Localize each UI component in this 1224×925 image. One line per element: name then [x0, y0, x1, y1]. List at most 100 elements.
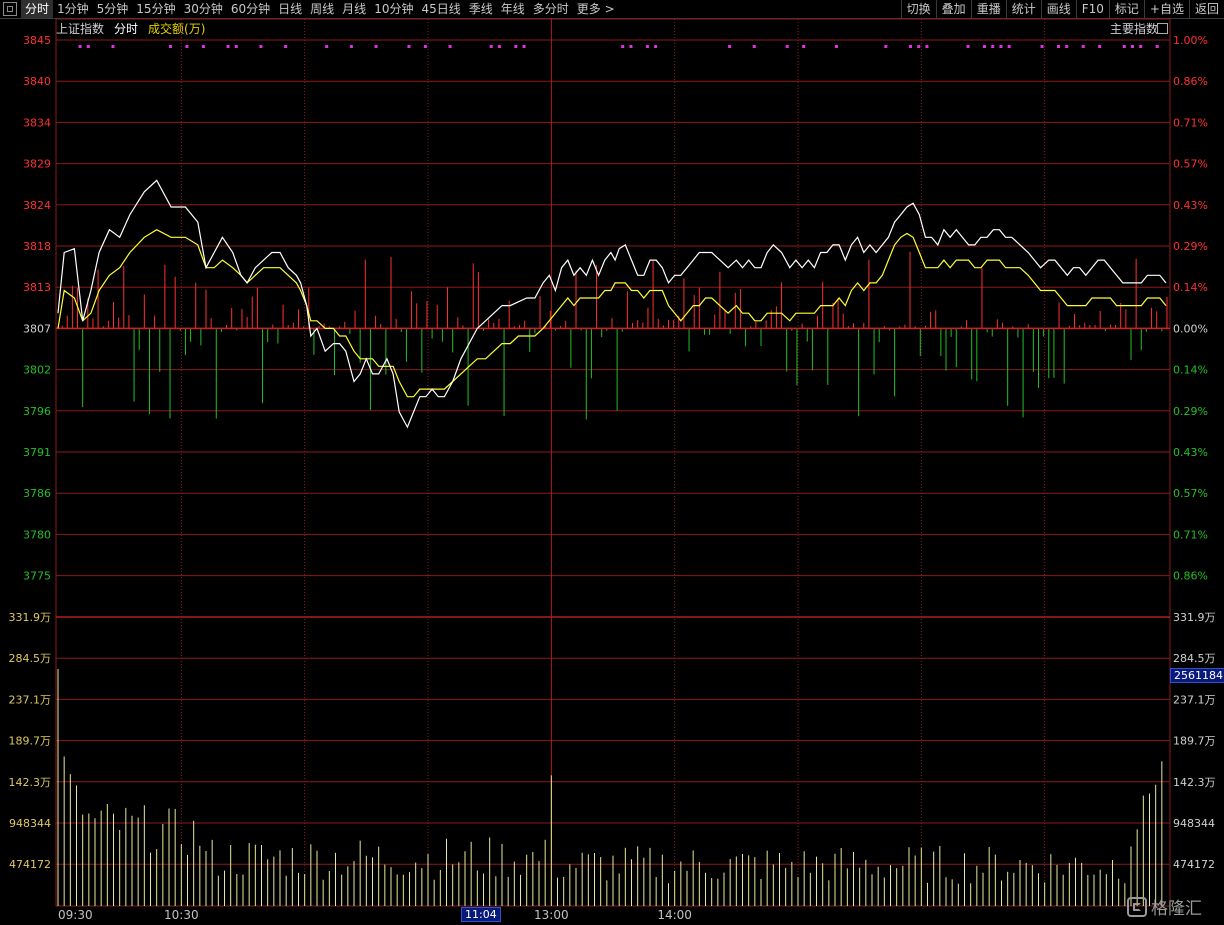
price-tick-label: 3775 [23, 570, 51, 583]
signal-dot [407, 45, 411, 48]
signal-dot [169, 45, 172, 48]
pct-tick-label: 0.57% [1173, 487, 1208, 500]
signal-dot [349, 45, 353, 48]
pct-tick-label: 0.14% [1173, 364, 1208, 377]
pct-tick-label: 1.00% [1173, 34, 1208, 47]
volume-tick-label-right: 284.5万 [1173, 652, 1216, 665]
volume-tick-label: 142.3万 [9, 776, 52, 789]
time-axis-label: 14:00 [657, 908, 692, 922]
signal-dot [925, 45, 929, 48]
signal-dot [991, 45, 995, 48]
price-tick-label: 3824 [23, 199, 51, 212]
signal-dot [1139, 45, 1143, 48]
price-tick-label: 3791 [23, 446, 51, 459]
volume-tick-label-right: 189.7万 [1173, 735, 1216, 748]
signal-dot [1040, 45, 1044, 48]
volume-tick-label: 948344 [9, 817, 51, 830]
volume-tick-label-right: 948344 [1173, 817, 1215, 830]
volume-readout-badge: 2561184 [1170, 668, 1224, 683]
signal-dot [1122, 45, 1126, 48]
cursor-time-badge: 11:04 [461, 907, 501, 922]
pct-tick-label: 0.43% [1173, 199, 1208, 212]
time-axis-label: 13:00 [534, 908, 569, 922]
signal-dot [983, 45, 986, 48]
pct-tick-label: 0.14% [1173, 281, 1208, 294]
volume-tick-label: 331.9万 [9, 611, 52, 624]
pct-tick-label: 0.29% [1173, 240, 1208, 253]
signal-dot [1155, 45, 1159, 48]
pct-tick-label: 0.86% [1173, 75, 1208, 88]
volume-tick-label: 284.5万 [9, 652, 52, 665]
price-tick-label: 3796 [23, 405, 51, 418]
signal-dot [909, 45, 912, 48]
signal-dot [489, 45, 493, 48]
price-tick-label: 3813 [23, 281, 51, 294]
signal-dot [785, 45, 789, 48]
signal-dot [284, 45, 288, 48]
volume-tick-label: 474172 [9, 858, 51, 871]
volume-tick-label-right: 142.3万 [1173, 776, 1216, 789]
price-tick-label: 3845 [23, 34, 51, 47]
signal-dot [1057, 45, 1060, 48]
signal-dot [234, 45, 238, 48]
signal-dot [1081, 45, 1085, 48]
watermark-logo: 格隆汇 [1127, 894, 1202, 919]
price-tick-label: 3818 [23, 240, 51, 253]
signal-dot [752, 45, 756, 48]
signal-dot [111, 45, 115, 48]
price-tick-label: 3829 [23, 158, 51, 171]
volume-tick-label-right: 474172 [1173, 858, 1215, 871]
signal-dot [514, 45, 518, 48]
time-axis-label: 10:30 [164, 908, 199, 922]
signal-dot [259, 45, 263, 48]
signal-dot [1065, 45, 1069, 48]
signal-dot [1131, 45, 1134, 48]
pct-tick-label: 0.71% [1173, 116, 1208, 129]
signal-dot [423, 45, 427, 48]
price-tick-label: 3802 [23, 364, 51, 377]
price-tick-label: 3807 [23, 322, 51, 335]
price-tick-label: 3840 [23, 75, 51, 88]
signal-dot [1007, 45, 1011, 48]
pct-tick-label: 0.43% [1173, 446, 1208, 459]
signal-dot [728, 45, 732, 48]
signal-dot [802, 45, 806, 48]
plot-frame [55, 18, 1171, 907]
volume-tick-label-right: 331.9万 [1173, 611, 1216, 624]
signal-dot [78, 45, 82, 48]
signal-dot [1098, 45, 1102, 48]
pct-tick-label: 0.29% [1173, 405, 1208, 418]
signal-dot [201, 45, 205, 48]
price-tick-label: 3834 [23, 116, 51, 129]
pct-tick-label: 0.86% [1173, 570, 1208, 583]
signal-dot [497, 45, 501, 48]
signal-dot [884, 45, 888, 48]
signal-dot [522, 45, 526, 48]
signal-dot [621, 45, 625, 48]
pct-tick-label: 0.00% [1173, 322, 1208, 335]
signal-dot [835, 45, 838, 48]
logo-text: 格隆汇 [1151, 899, 1202, 919]
signal-dot [966, 45, 970, 48]
price-tick-label: 3786 [23, 487, 51, 500]
signal-dot [226, 45, 230, 48]
price-line [57, 179, 1167, 429]
signal-dot [999, 45, 1003, 48]
volume-tick-label: 189.7万 [9, 735, 52, 748]
price-tick-label: 3780 [23, 528, 51, 541]
volume-tick-label: 237.1万 [9, 693, 52, 706]
time-axis-label: 09:30 [58, 908, 93, 922]
logo-mark-icon [1127, 896, 1147, 917]
volume-tick-label-right: 237.1万 [1173, 693, 1216, 706]
pct-tick-label: 0.71% [1173, 528, 1208, 541]
signal-dot [645, 45, 649, 48]
signal-dot [185, 45, 189, 48]
signal-dot [654, 45, 658, 48]
pct-tick-label: 0.57% [1173, 158, 1208, 171]
signal-dot [629, 45, 633, 48]
intraday-chart[interactable]: 3845 1.00% 3840 0.86% 3834 0.71% 3829 0.57% 3824… [0, 0, 1224, 925]
signal-dot [325, 45, 329, 48]
signal-dot [448, 45, 452, 48]
signal-dot [374, 45, 378, 48]
signal-dot [917, 45, 921, 48]
